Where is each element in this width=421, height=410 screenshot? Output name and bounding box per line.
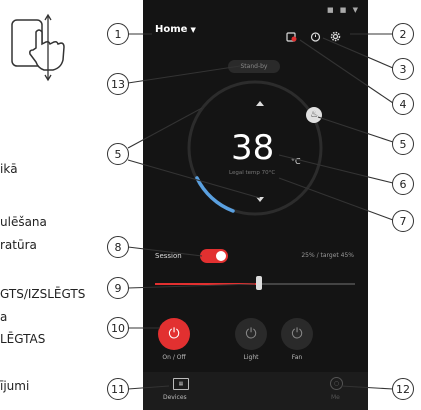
callout-7: 7 (392, 210, 414, 232)
callout-6: 6 (392, 173, 414, 195)
leader-lines (127, 33, 394, 390)
callout-1: 1 (107, 23, 129, 45)
callout-8: 8 (107, 236, 129, 258)
callout-4: 4 (392, 93, 414, 115)
callout-9: 9 (107, 277, 129, 299)
callout-10: 10 (107, 317, 129, 339)
callout-2: 2 (392, 23, 414, 45)
callout-12: 12 (392, 378, 414, 400)
callout-5-right: 5 (392, 133, 414, 155)
callout-11: 11 (107, 378, 129, 400)
callout-13: 13 (107, 73, 129, 95)
callout-5-left: 5 (107, 143, 129, 165)
callout-3: 3 (392, 58, 414, 80)
